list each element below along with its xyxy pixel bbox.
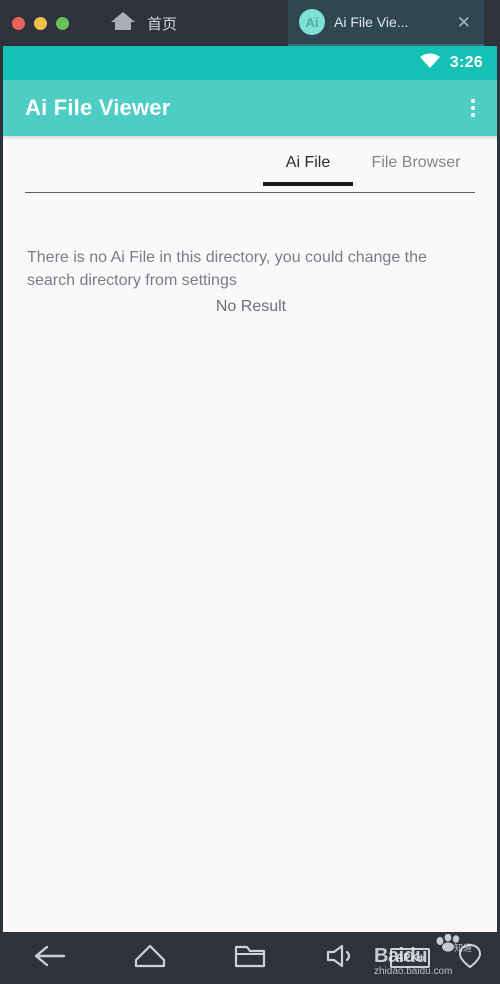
tab-bar-divider	[25, 192, 475, 193]
status-bar: 3:26	[3, 46, 497, 80]
no-result-label: No Result	[215, 298, 287, 316]
content-area: There is no Ai File in this directory, y…	[3, 194, 497, 317]
maximize-window-button[interactable]	[56, 16, 69, 30]
location-button[interactable]	[440, 942, 500, 975]
home-tab-label: 首页	[147, 15, 178, 33]
apk-install-button[interactable]: APK+	[380, 948, 440, 968]
home-icon	[133, 942, 167, 975]
app-tab-title: Ai File Vie...	[334, 14, 409, 30]
apk-install-icon: APK+	[389, 948, 431, 968]
back-icon	[33, 943, 67, 974]
status-time: 3:26	[449, 54, 483, 71]
tab-ai-file[interactable]: Ai File	[263, 154, 353, 186]
wifi-icon	[419, 53, 441, 74]
tab-file-browser-label: File Browser	[371, 154, 461, 171]
tab-bar: Ai File File Browser	[3, 140, 497, 194]
home-button[interactable]	[100, 942, 200, 975]
recents-folder-button[interactable]	[200, 943, 300, 974]
home-tab[interactable]: 首页	[109, 0, 177, 46]
back-button[interactable]	[0, 943, 100, 974]
home-icon	[109, 9, 137, 38]
empty-state-message: There is no Ai File in this directory, y…	[27, 249, 427, 290]
window-titlebar: 首页 Ai Ai File Vie... ✕	[0, 0, 500, 46]
volume-button[interactable]	[300, 943, 380, 974]
location-pin-icon	[457, 942, 483, 975]
app-tab[interactable]: Ai Ai File Vie... ✕	[288, 0, 484, 46]
device-screen: 3:26 Ai File Viewer Ai File File Browser…	[0, 46, 500, 932]
system-navigation-bar: APK+	[0, 932, 500, 984]
close-window-button[interactable]	[12, 16, 25, 30]
folder-icon	[234, 943, 266, 974]
close-icon[interactable]: ✕	[454, 12, 474, 33]
more-vertical-icon[interactable]	[463, 93, 483, 123]
page-title: Ai File Viewer	[25, 95, 171, 120]
tab-file-browser[interactable]: File Browser	[353, 154, 479, 186]
app-bar: Ai File Viewer	[3, 80, 497, 136]
volume-icon	[325, 943, 355, 974]
app-favicon-icon: Ai	[299, 9, 325, 35]
tab-ai-file-label: Ai File	[285, 154, 331, 171]
minimize-window-button[interactable]	[34, 16, 47, 30]
window-controls	[0, 16, 69, 30]
emulator-window: 首页 Ai Ai File Vie... ✕ 3:26 Ai File View…	[0, 0, 500, 984]
